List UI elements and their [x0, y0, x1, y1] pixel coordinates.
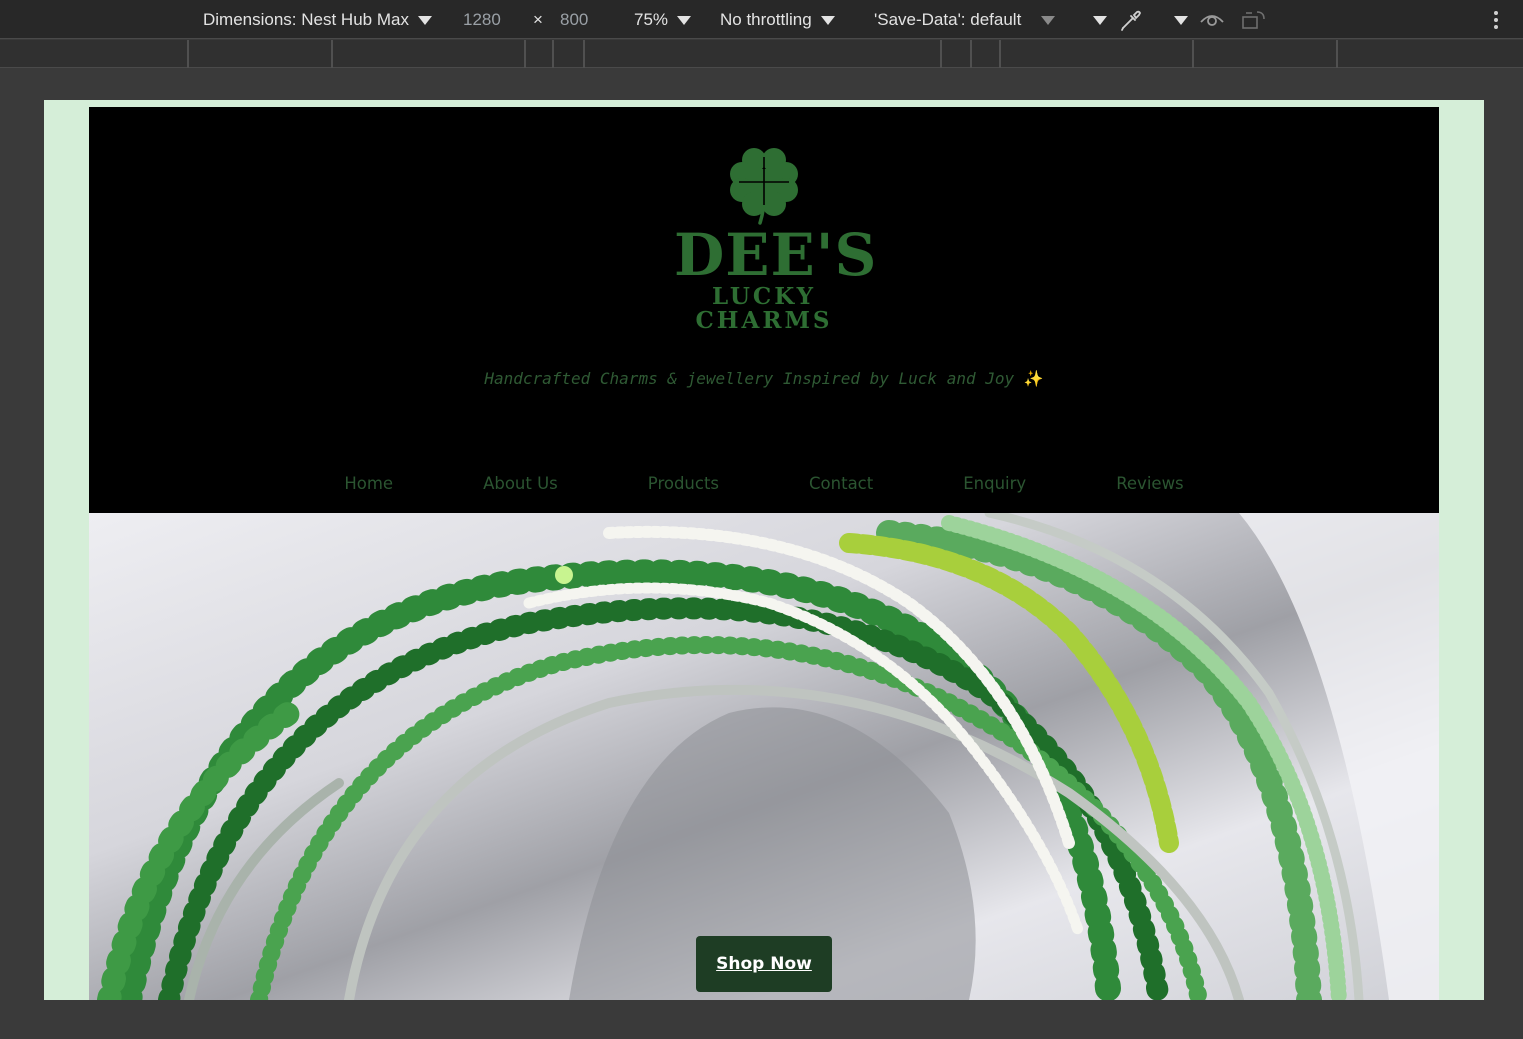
chevron-down-icon [417, 16, 432, 26]
site-container: DEE'S LUCKY CHARMS Handcrafted Charms & … [89, 107, 1439, 1000]
save-data-dropdown[interactable]: 'Save-Data': default [874, 0, 1056, 39]
sparkles-icon: ✨ [1023, 369, 1044, 388]
width-input[interactable]: 1280 [463, 0, 501, 39]
brand-name: DEE'S [674, 221, 878, 289]
four-leaf-clover-icon [730, 148, 798, 225]
brand-lucky: LUCKY [711, 283, 817, 310]
more-options-dropdown[interactable] [1084, 0, 1107, 39]
beaded-bracelets-image [89, 513, 1439, 1000]
rotate-icon[interactable] [1240, 8, 1268, 32]
device-viewport: DEE'S LUCKY CHARMS Handcrafted Charms & … [44, 100, 1484, 1000]
nav-products[interactable]: Products [648, 472, 719, 496]
tagline-text: Handcrafted Charms & jewellery Inspired … [484, 369, 1015, 388]
breakpoint-marker[interactable] [583, 40, 585, 68]
nav-about-us[interactable]: About Us [483, 472, 558, 496]
brand-subtitle: LUCKY CHARMS [674, 285, 854, 333]
nav-contact[interactable]: Contact [809, 472, 873, 496]
zoom-label: 75% [634, 10, 669, 29]
breakpoint-marker[interactable] [1192, 40, 1194, 68]
chevron-down-icon [1174, 16, 1188, 26]
chevron-down-icon [1093, 16, 1107, 26]
media-query-bar [0, 40, 1523, 68]
shop-now-button[interactable]: Shop Now [696, 936, 832, 992]
breakpoint-marker[interactable] [524, 40, 526, 68]
brand-charms: CHARMS [695, 307, 833, 334]
breakpoint-marker[interactable] [1336, 40, 1338, 68]
tagline: Handcrafted Charms & jewellery Inspired … [89, 369, 1439, 388]
nav-enquiry[interactable]: Enquiry [963, 472, 1026, 496]
save-data-label: 'Save-Data': default [874, 10, 1022, 29]
swap-dimensions-button[interactable]: × [533, 0, 543, 39]
chevron-down-icon [677, 16, 692, 26]
breakpoint-marker[interactable] [187, 40, 189, 68]
main-nav: Home About Us Products Contact Enquiry Review… [89, 472, 1439, 508]
breakpoint-marker[interactable] [999, 40, 1001, 68]
brand-logo[interactable]: DEE'S LUCKY CHARMS [674, 145, 878, 335]
hero-banner: Shop Now [89, 513, 1439, 1000]
device-toolbar: Dimensions: Nest Hub Max 1280 × 800 75% … [0, 0, 1523, 39]
chevron-down-icon [820, 16, 835, 26]
breakpoint-marker[interactable] [331, 40, 333, 68]
vision-dropdown[interactable] [1165, 0, 1188, 39]
zoom-dropdown[interactable]: 75% [634, 0, 692, 39]
throttling-dropdown[interactable]: No throttling [720, 0, 835, 39]
chevron-down-icon [1041, 16, 1056, 26]
dimensions-label: Dimensions: Nest Hub Max [203, 10, 409, 29]
dimensions-dropdown[interactable]: Dimensions: Nest Hub Max [203, 0, 432, 39]
throttling-label: No throttling [720, 10, 812, 29]
nav-reviews[interactable]: Reviews [1116, 472, 1183, 496]
kebab-menu-icon[interactable] [1490, 9, 1502, 31]
height-input[interactable]: 800 [560, 0, 588, 39]
eye-icon[interactable] [1199, 8, 1225, 32]
nav-home[interactable]: Home [344, 472, 393, 496]
breakpoint-marker[interactable] [970, 40, 972, 68]
breakpoint-marker[interactable] [940, 40, 942, 68]
breakpoint-marker[interactable] [552, 40, 554, 68]
eyedropper-icon[interactable] [1118, 7, 1144, 33]
